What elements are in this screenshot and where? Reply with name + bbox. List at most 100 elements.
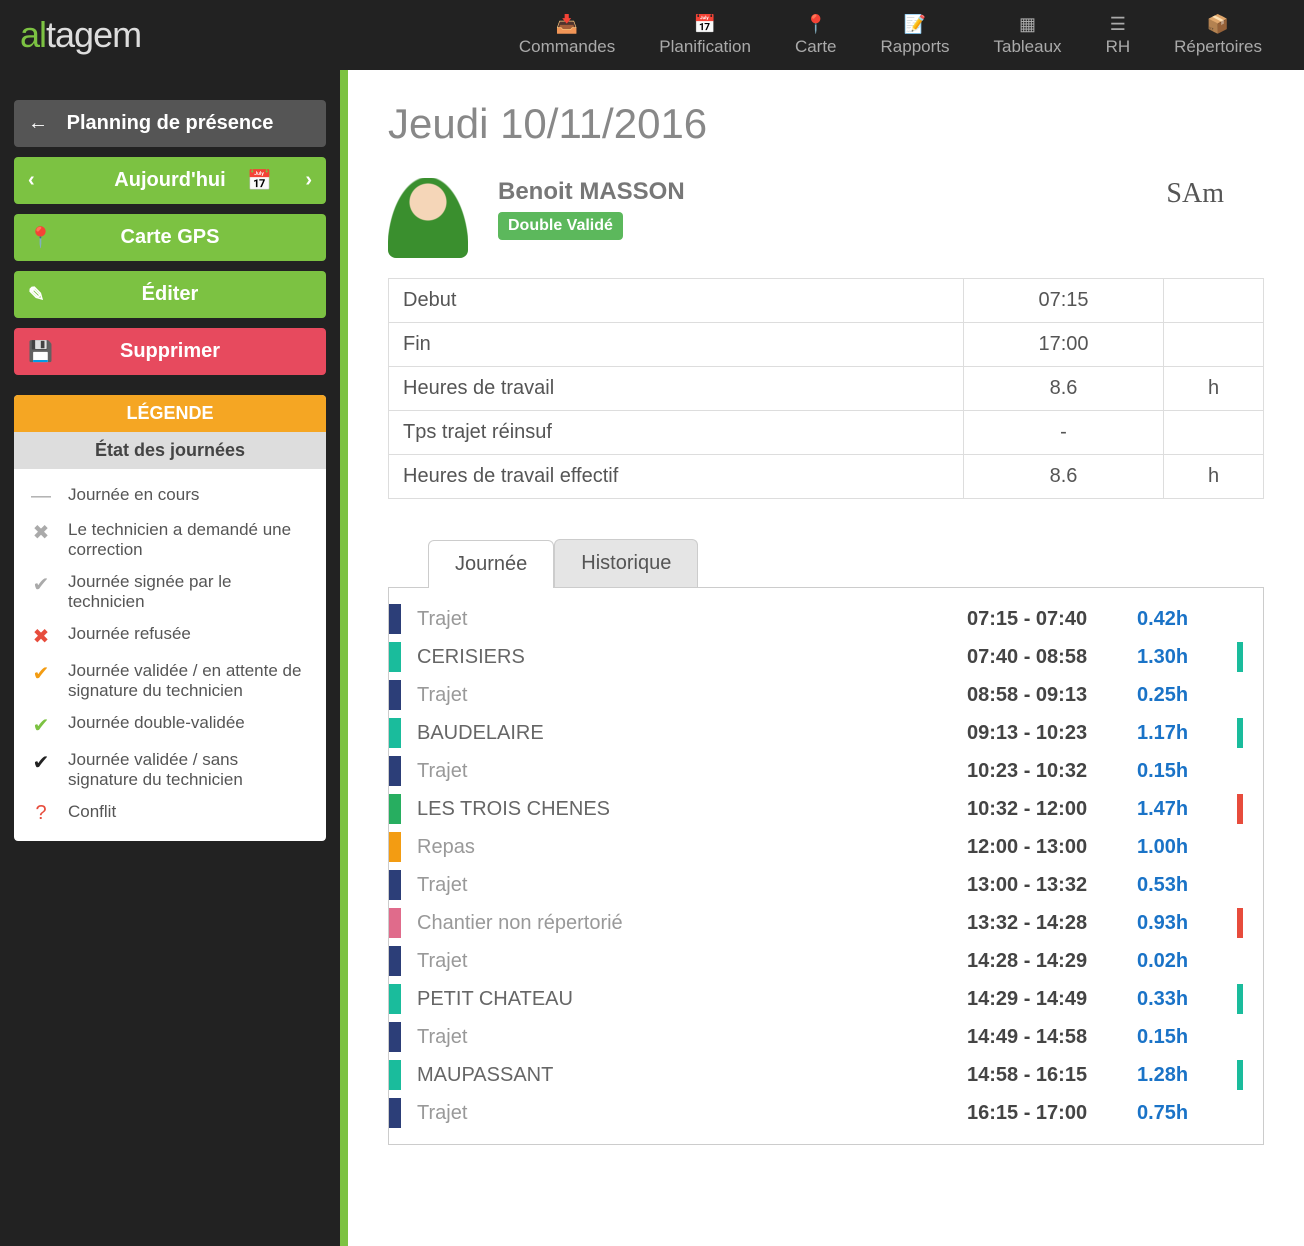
time-range: 10:32 - 12:00 [967,798,1137,821]
info-row: Debut07:15 [389,279,1264,323]
day-row[interactable]: Trajet08:58 - 09:130.25h [389,676,1263,714]
topnav-rapports[interactable]: 📝Rapports [859,6,972,65]
legend-item: ✔Journée double-validée [28,707,312,744]
duration: 1.47h [1137,798,1217,821]
time-range: 14:28 - 14:29 [967,950,1137,973]
nav-icon: 📝 [881,14,950,35]
back-button[interactable]: ← Planning de présence [14,100,326,147]
day-row[interactable]: Trajet07:15 - 07:400.42h [389,600,1263,638]
status-bar [1237,604,1243,634]
topnav-tableaux[interactable]: ▦Tableaux [972,6,1084,65]
day-row[interactable]: Chantier non répertorié13:32 - 14:280.93… [389,904,1263,942]
activity-label: Trajet [417,684,967,707]
legend-item: ?Conflit [28,796,312,831]
day-row[interactable]: Trajet16:15 - 17:000.75h [389,1094,1263,1132]
edit-icon: ✎ [28,282,45,307]
status-bar [1237,984,1243,1014]
tab-journee[interactable]: Journée [428,540,554,588]
legend-icon: ✔ [28,661,54,686]
legend-subtitle: État des journées [14,432,326,469]
activity-label: MAUPASSANT [417,1064,967,1087]
duration: 1.00h [1137,836,1217,859]
color-bar [389,718,401,748]
day-row[interactable]: Trajet14:28 - 14:290.02h [389,942,1263,980]
time-range: 08:58 - 09:13 [967,684,1137,707]
day-row[interactable]: Trajet13:00 - 13:320.53h [389,866,1263,904]
calendar-icon: 📅 [247,168,272,193]
time-range: 14:49 - 14:58 [967,1026,1137,1049]
time-range: 14:29 - 14:49 [967,988,1137,1011]
legend-item: ✖Le technicien a demandé une correction [28,514,312,566]
info-table: Debut07:15Fin17:00Heures de travail8.6hT… [388,278,1264,499]
activity-label: PETIT CHATEAU [417,988,967,1011]
signature: SAm [1166,178,1264,210]
nav-icon: ▦ [994,14,1062,35]
activity-label: Trajet [417,760,967,783]
delete-button[interactable]: 💾 Supprimer [14,328,326,375]
topnav-planification[interactable]: 📅Planification [637,6,773,65]
info-row: Fin17:00 [389,323,1264,367]
status-bar [1237,680,1243,710]
status-bar [1237,908,1243,938]
topnav-carte[interactable]: 📍Carte [773,6,859,65]
day-row[interactable]: Trajet14:49 - 14:580.15h [389,1018,1263,1056]
info-row: Heures de travail effectif8.6h [389,455,1264,499]
activity-label: CERISIERS [417,646,967,669]
legend-item: —Journée en cours [28,479,312,514]
logo: altagem [20,14,141,56]
day-row[interactable]: PETIT CHATEAU14:29 - 14:490.33h [389,980,1263,1018]
duration: 0.53h [1137,874,1217,897]
activity-label: Trajet [417,608,967,631]
day-panel: Trajet07:15 - 07:400.42hCERISIERS07:40 -… [388,587,1264,1145]
topnav-répertoires[interactable]: 📦Répertoires [1152,6,1284,65]
tab-historique[interactable]: Historique [554,539,698,587]
duration: 1.17h [1137,722,1217,745]
duration: 0.15h [1137,1026,1217,1049]
time-range: 13:00 - 13:32 [967,874,1137,897]
chevron-right-icon: › [305,169,312,192]
day-row[interactable]: LES TROIS CHENES10:32 - 12:001.47h [389,790,1263,828]
day-row[interactable]: Repas12:00 - 13:001.00h [389,828,1263,866]
color-bar [389,1098,401,1128]
time-range: 09:13 - 10:23 [967,722,1137,745]
topnav-rh[interactable]: ☰RH [1084,6,1153,65]
edit-button[interactable]: ✎ Éditer [14,271,326,318]
today-button[interactable]: ‹ Aujourd'hui 📅 › [14,157,326,204]
day-row[interactable]: CERISIERS07:40 - 08:581.30h [389,638,1263,676]
color-bar [389,1060,401,1090]
duration: 0.15h [1137,760,1217,783]
chevron-left-icon: ‹ [28,169,35,192]
status-bar [1237,1098,1243,1128]
color-bar [389,870,401,900]
info-row: Heures de travail8.6h [389,367,1264,411]
activity-label: Trajet [417,1102,967,1125]
page-title: Jeudi 10/11/2016 [388,100,1264,148]
color-bar [389,756,401,786]
legend-item: ✖Journée refusée [28,618,312,655]
color-bar [389,680,401,710]
topnav-commandes[interactable]: 📥Commandes [497,6,637,65]
duration: 1.30h [1137,646,1217,669]
day-row[interactable]: MAUPASSANT14:58 - 16:151.28h [389,1056,1263,1094]
activity-label: Chantier non répertorié [417,912,967,935]
color-bar [389,604,401,634]
duration: 1.28h [1137,1064,1217,1087]
day-row[interactable]: Trajet10:23 - 10:320.15h [389,752,1263,790]
legend-icon: — [28,485,54,508]
day-row[interactable]: BAUDELAIRE09:13 - 10:231.17h [389,714,1263,752]
color-bar [389,794,401,824]
duration: 0.93h [1137,912,1217,935]
time-range: 16:15 - 17:00 [967,1102,1137,1125]
status-bar [1237,1060,1243,1090]
nav-icon: 📅 [659,14,751,35]
gps-button[interactable]: 📍 Carte GPS [14,214,326,261]
legend-icon: ? [28,802,54,825]
activity-label: Trajet [417,1026,967,1049]
status-bar [1237,756,1243,786]
activity-label: Trajet [417,950,967,973]
avatar [388,178,468,258]
status-bar [1237,1022,1243,1052]
legend-icon: ✖ [28,624,54,649]
time-range: 14:58 - 16:15 [967,1064,1137,1087]
time-range: 07:40 - 08:58 [967,646,1137,669]
